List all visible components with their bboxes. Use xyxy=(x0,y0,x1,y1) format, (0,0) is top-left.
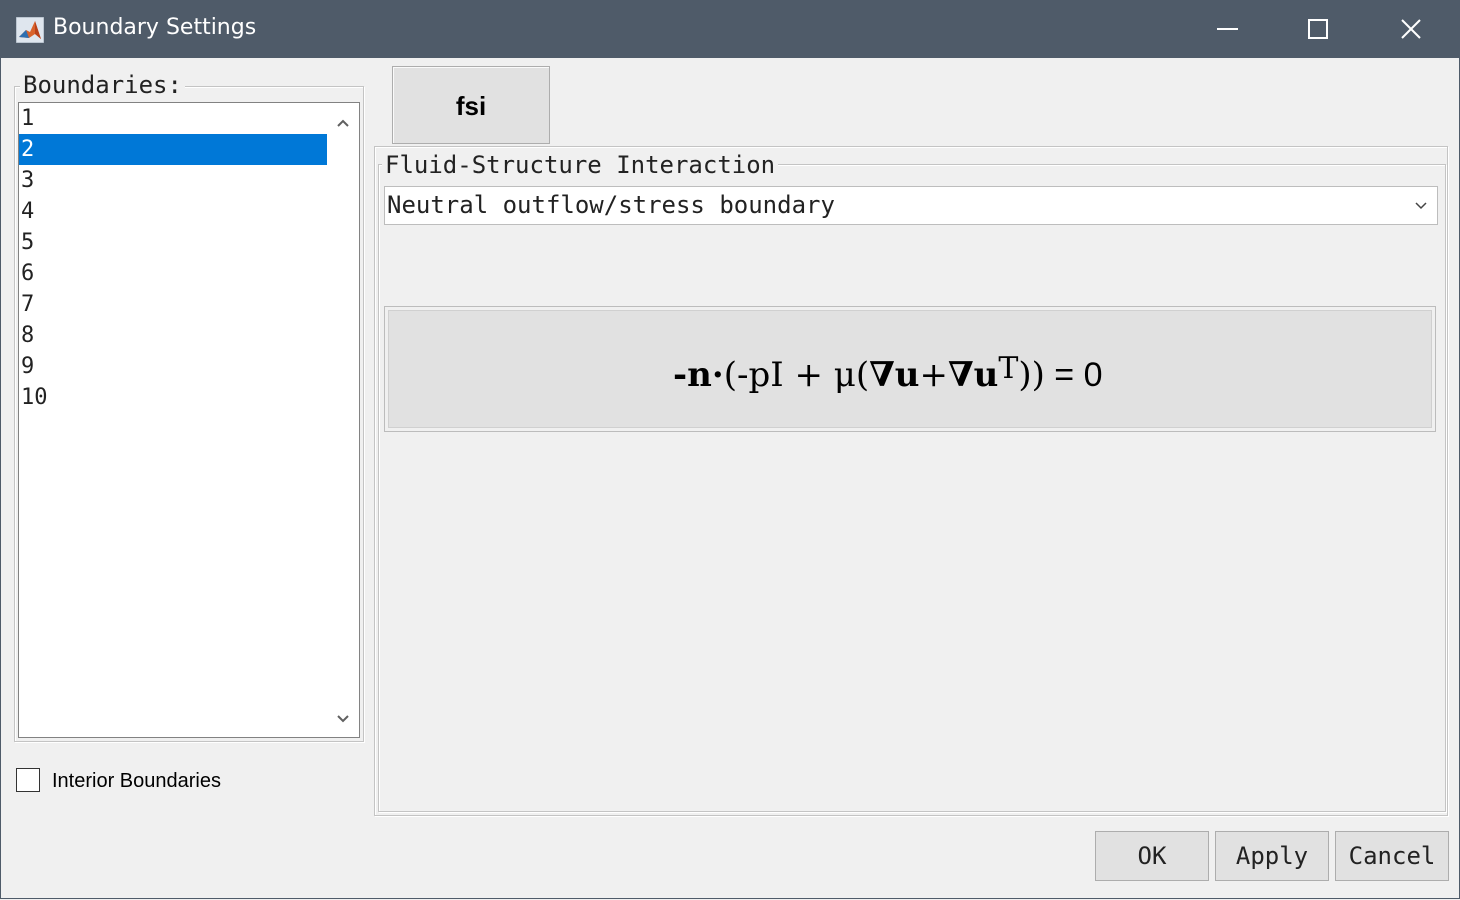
eq-stress-close: )) xyxy=(1018,355,1045,395)
window-title: Boundary Settings xyxy=(53,15,257,40)
list-item[interactable]: 9 xyxy=(19,351,327,382)
minimize-icon xyxy=(1217,28,1238,30)
fsi-legend: Fluid-Structure Interaction xyxy=(382,151,779,179)
equation-panel: -n·(-pI + μ(∇u+∇uT)) = 0 xyxy=(384,306,1436,432)
chevron-down-icon[interactable] xyxy=(335,711,351,727)
title-bar: Boundary Settings xyxy=(0,0,1460,58)
maximize-icon xyxy=(1308,19,1328,39)
list-item-selected[interactable]: 2 xyxy=(19,134,327,165)
eq-velocity: u xyxy=(973,355,999,395)
eq-stress-open: (-pI + μ( xyxy=(723,355,870,395)
list-item[interactable]: 5 xyxy=(19,227,327,258)
boundary-condition-value: Neutral outflow/stress boundary xyxy=(387,191,835,219)
list-item[interactable]: 10 xyxy=(19,382,327,413)
vertical-scrollbar[interactable] xyxy=(327,103,359,737)
eq-plus: + xyxy=(919,355,948,395)
list-item[interactable]: 8 xyxy=(19,320,327,351)
close-button[interactable] xyxy=(1365,0,1457,58)
equation-display: -n·(-pI + μ(∇u+∇uT)) = 0 xyxy=(388,310,1432,428)
eq-neg: - xyxy=(673,355,688,395)
equation: -n·(-pI + μ(∇u+∇uT)) = 0 xyxy=(673,351,1103,395)
cancel-button[interactable]: Cancel xyxy=(1335,831,1449,881)
eq-nabla: ∇ xyxy=(947,355,974,395)
boundaries-listbox[interactable]: 1 2 3 4 5 6 7 8 9 10 xyxy=(18,102,360,738)
close-icon xyxy=(1401,19,1421,39)
chevron-down-icon xyxy=(1415,202,1427,210)
fsi-group xyxy=(378,164,1446,812)
eq-transpose: T xyxy=(998,351,1019,386)
minimize-button[interactable] xyxy=(1181,0,1273,58)
interior-boundaries-checkbox[interactable] xyxy=(16,768,40,792)
eq-rhs: = 0 xyxy=(1044,356,1103,394)
list-item[interactable]: 4 xyxy=(19,196,327,227)
eq-velocity: u xyxy=(894,355,920,395)
list-item[interactable]: 7 xyxy=(19,289,327,320)
maximize-button[interactable] xyxy=(1273,0,1365,58)
tab-fsi[interactable]: fsi xyxy=(392,66,550,144)
list-item[interactable]: 6 xyxy=(19,258,327,289)
chevron-up-icon[interactable] xyxy=(335,115,351,131)
boundary-condition-select[interactable]: Neutral outflow/stress boundary xyxy=(384,186,1438,225)
interior-boundaries-label: Interior Boundaries xyxy=(52,770,221,792)
eq-normal-vector: n xyxy=(687,355,712,395)
list-item[interactable]: 3 xyxy=(19,165,327,196)
boundaries-legend: Boundaries: xyxy=(20,71,185,99)
apply-button[interactable]: Apply xyxy=(1215,831,1329,881)
matlab-icon xyxy=(16,17,44,43)
eq-nabla: ∇ xyxy=(869,355,895,395)
ok-button[interactable]: OK xyxy=(1095,831,1209,881)
eq-dot: · xyxy=(711,355,724,395)
list-item[interactable]: 1 xyxy=(19,103,327,134)
